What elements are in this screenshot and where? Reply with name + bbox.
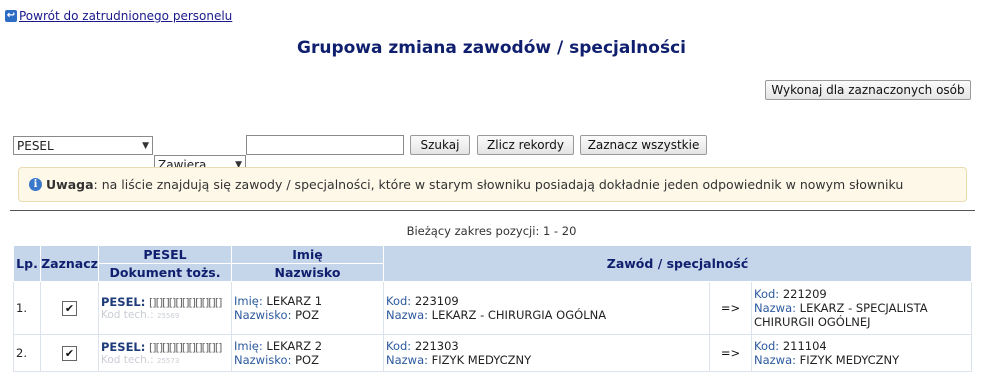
col-name: Imię Nazwisko xyxy=(231,245,384,282)
old-name-value: FIZYK MEDYCZNY xyxy=(431,353,532,367)
back-link[interactable]: ↩ Powrót do zatrudnionego personelu xyxy=(5,9,232,23)
code-label: Kod: xyxy=(386,339,412,353)
new-code-value: 211104 xyxy=(782,339,827,353)
row-checkbox[interactable]: ✔ xyxy=(62,300,77,316)
first-name-value: LEKARZ 1 xyxy=(266,294,323,308)
code-label: Kod: xyxy=(754,287,780,301)
col-pesel: PESEL Dokument tożs. xyxy=(98,245,232,282)
row-name-cell: Imię: LEKARZ 2 Nazwisko: POZ xyxy=(231,334,384,372)
field-select-value: PESEL xyxy=(17,138,54,153)
old-code-value: 221303 xyxy=(414,339,459,353)
old-name-value: LEKARZ - CHIRURGIA OGÓLNA xyxy=(431,308,607,322)
new-profession-cell: Kod: 211104 Nazwa: FIZYK MEDYCZNY xyxy=(751,334,972,372)
code-label: Kod: xyxy=(754,339,780,353)
back-arrow-icon: ↩ xyxy=(5,10,17,22)
row-lp: 1. xyxy=(13,281,41,335)
first-name-label: Imię: xyxy=(234,294,263,308)
col-document-label: Dokument tożs. xyxy=(99,263,231,281)
row-pesel-cell: PESEL: [][][][][][][][][][][] Kod tech.:… xyxy=(98,281,232,335)
table-row: 2. ✔ PESEL: [][][][][][][][][][][] Kod t… xyxy=(13,334,972,372)
mapping-arrow: => xyxy=(709,281,752,335)
staff-table: Lp. Zaznacz PESEL Dokument tożs. Imię Na… xyxy=(13,245,972,372)
search-button[interactable]: Szukaj xyxy=(410,135,470,155)
chevron-down-icon: ▼ xyxy=(142,141,149,151)
table-row: 1. ✔ PESEL: [][][][][][][][][][][] Kod t… xyxy=(13,281,972,335)
mapping-arrow: => xyxy=(709,334,752,372)
col-profession: Zawód / specjalność xyxy=(383,245,972,282)
info-icon: i xyxy=(29,178,42,191)
new-profession-cell: Kod: 221209 Nazwa: LEKARZ - SPECJALISTA … xyxy=(751,281,972,335)
note-title: Uwaga xyxy=(46,177,94,192)
last-name-label: Nazwisko: xyxy=(234,308,292,322)
col-select: Zaznacz xyxy=(40,245,99,282)
col-last-name-label: Nazwisko xyxy=(232,263,383,281)
back-link-label[interactable]: Powrót do zatrudnionego personelu xyxy=(19,9,232,23)
col-pesel-label: PESEL xyxy=(143,247,187,262)
warning-note: i Uwaga: na liście znajdują się zawody /… xyxy=(18,167,967,202)
run-for-selected-button[interactable]: Wykonaj dla zaznaczonych osób xyxy=(765,80,971,100)
pesel-value: [][][][][][][][][][][] xyxy=(149,296,222,309)
note-text: : na liście znajdują się zawody / specja… xyxy=(93,177,904,192)
last-name-label: Nazwisko: xyxy=(234,353,292,367)
row-select-cell: ✔ xyxy=(40,334,99,372)
row-select-cell: ✔ xyxy=(40,281,99,335)
name-label: Nazwa: xyxy=(754,353,797,367)
row-checkbox[interactable]: ✔ xyxy=(62,345,77,361)
old-profession-cell: Kod: 221303 Nazwa: FIZYK MEDYCZNY xyxy=(383,334,710,372)
old-profession-cell: Kod: 223109 Nazwa: LEKARZ - CHIRURGIA OG… xyxy=(383,281,710,335)
old-code-value: 223109 xyxy=(414,294,459,308)
tech-code-label: Kod tech.: xyxy=(101,309,154,321)
row-name-cell: Imię: LEKARZ 1 Nazwisko: POZ xyxy=(231,281,384,335)
new-name-value: FIZYK MEDYCZNY xyxy=(799,353,900,367)
select-all-button[interactable]: Zaznacz wszystkie xyxy=(580,135,707,155)
pesel-value: [][][][][][][][][][][] xyxy=(149,341,222,354)
first-name-value: LEKARZ 2 xyxy=(266,339,323,353)
search-input[interactable] xyxy=(246,135,404,155)
field-select[interactable]: PESEL ▼ xyxy=(13,136,153,155)
range-info: Bieżący zakres pozycji: 1 - 20 xyxy=(406,224,577,238)
tech-code-value: 25569 xyxy=(157,312,180,320)
code-label: Kod: xyxy=(386,294,412,308)
col-lp: Lp. xyxy=(13,245,41,282)
last-name-value: POZ xyxy=(295,353,319,367)
last-name-value: POZ xyxy=(295,308,319,322)
divider xyxy=(10,210,975,211)
tech-code-label: Kod tech.: xyxy=(101,354,154,366)
row-pesel-cell: PESEL: [][][][][][][][][][][] Kod tech.:… xyxy=(98,334,232,372)
name-label: Nazwa: xyxy=(386,308,429,322)
name-label: Nazwa: xyxy=(386,353,429,367)
row-lp: 2. xyxy=(13,334,41,372)
new-code-value: 221209 xyxy=(782,287,827,301)
pesel-label: PESEL: xyxy=(101,295,146,309)
tech-code-value: 25573 xyxy=(157,357,180,365)
count-records-button[interactable]: Zlicz rekordy xyxy=(477,135,574,155)
pesel-label: PESEL: xyxy=(101,340,146,354)
page-title: Grupowa zmiana zawodów / specjalności xyxy=(297,38,686,58)
col-first-name-label: Imię xyxy=(292,247,323,262)
first-name-label: Imię: xyxy=(234,339,263,353)
name-label: Nazwa: xyxy=(754,301,797,315)
